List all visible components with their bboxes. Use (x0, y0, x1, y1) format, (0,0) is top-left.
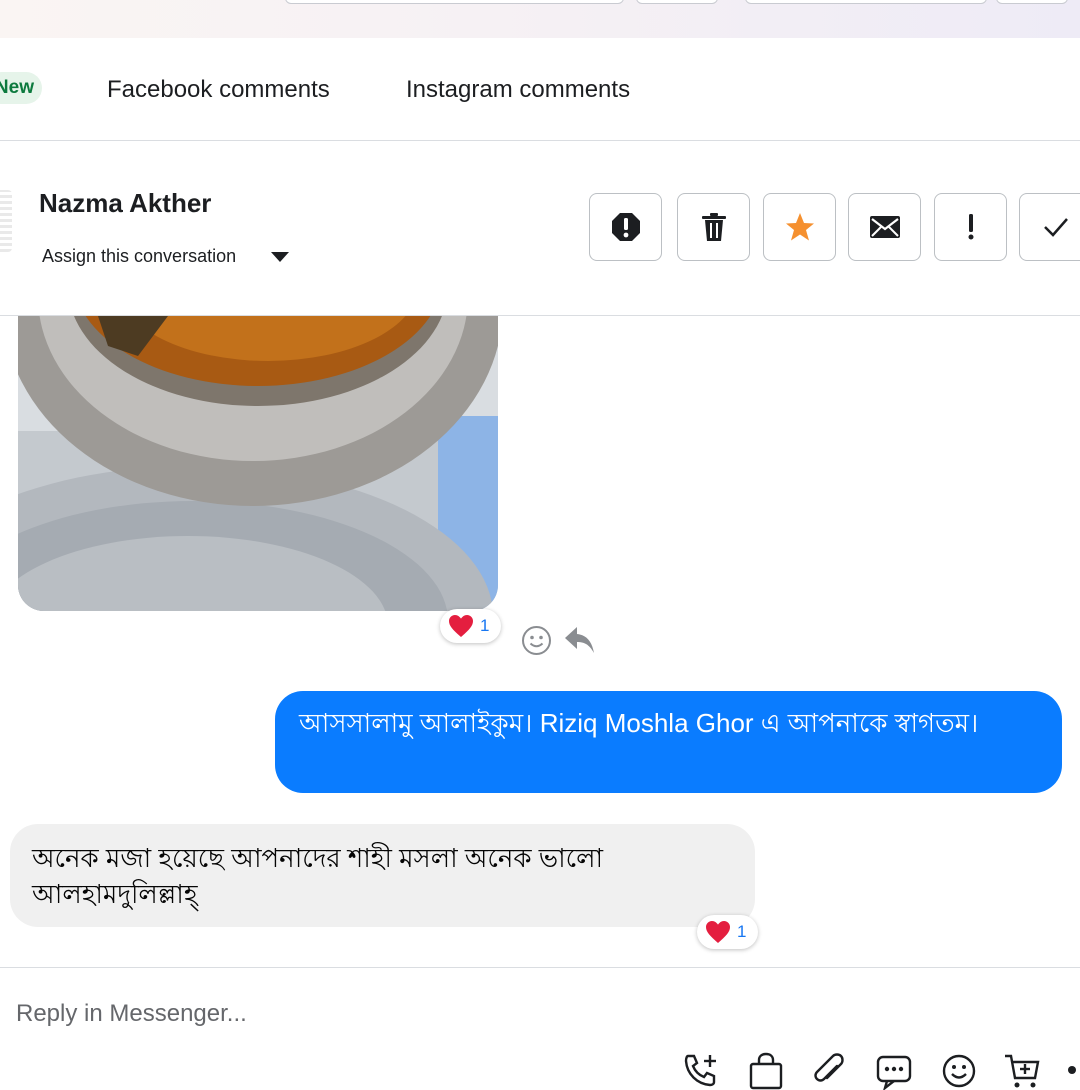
shop-bag-icon[interactable] (747, 1052, 785, 1090)
food-photo (18, 316, 498, 611)
react-emoji-icon[interactable] (521, 625, 552, 656)
assign-conversation-dropdown[interactable]: Assign this conversation (42, 246, 236, 267)
trash-icon (701, 213, 726, 241)
reply-arrow-icon[interactable] (564, 625, 595, 655)
add-to-cart-icon[interactable] (1003, 1052, 1041, 1090)
spam-alert-icon (611, 213, 640, 241)
mark-spam-button[interactable] (589, 193, 662, 261)
follow-up-button[interactable] (934, 193, 1007, 261)
more-tools-icon[interactable] (1068, 1066, 1076, 1074)
reaction-count: 1 (737, 922, 747, 941)
delete-button[interactable] (677, 193, 750, 261)
tab-new-badge[interactable]: New (0, 72, 42, 104)
star-icon (785, 213, 814, 241)
call-add-icon[interactable] (682, 1052, 720, 1090)
exclamation-icon (968, 214, 973, 240)
checkmark-icon (1043, 218, 1068, 237)
toolbar-field[interactable] (745, 0, 987, 4)
contact-name[interactable]: Nazma Akther (39, 188, 211, 219)
toolbar-field[interactable] (636, 0, 718, 4)
message-reaction[interactable]: 1 (697, 915, 758, 949)
heart-icon (706, 921, 730, 943)
tab-facebook-comments[interactable]: Facebook comments (107, 76, 330, 104)
reaction-count: 1 (480, 616, 490, 635)
toolbar-field[interactable] (285, 0, 624, 4)
incoming-message-bubble[interactable]: অনেক মজা হয়েছে আপনাদের শাহী মসলা অনেক ভ… (10, 824, 755, 927)
tab-instagram-comments[interactable]: Instagram comments (406, 76, 630, 104)
mark-done-button[interactable] (1019, 193, 1080, 261)
message-photo[interactable] (18, 316, 498, 611)
star-button[interactable] (763, 193, 836, 261)
mark-unread-button[interactable] (848, 193, 921, 261)
message-reaction[interactable]: 1 (440, 609, 501, 643)
top-toolbar-strip (0, 0, 1080, 38)
envelope-icon (869, 216, 900, 238)
reply-input[interactable] (16, 994, 576, 1034)
chevron-down-icon[interactable] (271, 252, 289, 262)
attachment-icon[interactable] (811, 1052, 849, 1090)
outgoing-message-bubble[interactable]: আসসালামু আলাইকুম। Riziq Moshla Ghor এ আপ… (275, 691, 1062, 793)
saved-reply-icon[interactable] (875, 1052, 913, 1090)
toolbar-field[interactable] (996, 0, 1068, 4)
heart-icon (449, 615, 473, 637)
avatar[interactable] (0, 190, 12, 252)
emoji-icon[interactable] (940, 1052, 978, 1090)
